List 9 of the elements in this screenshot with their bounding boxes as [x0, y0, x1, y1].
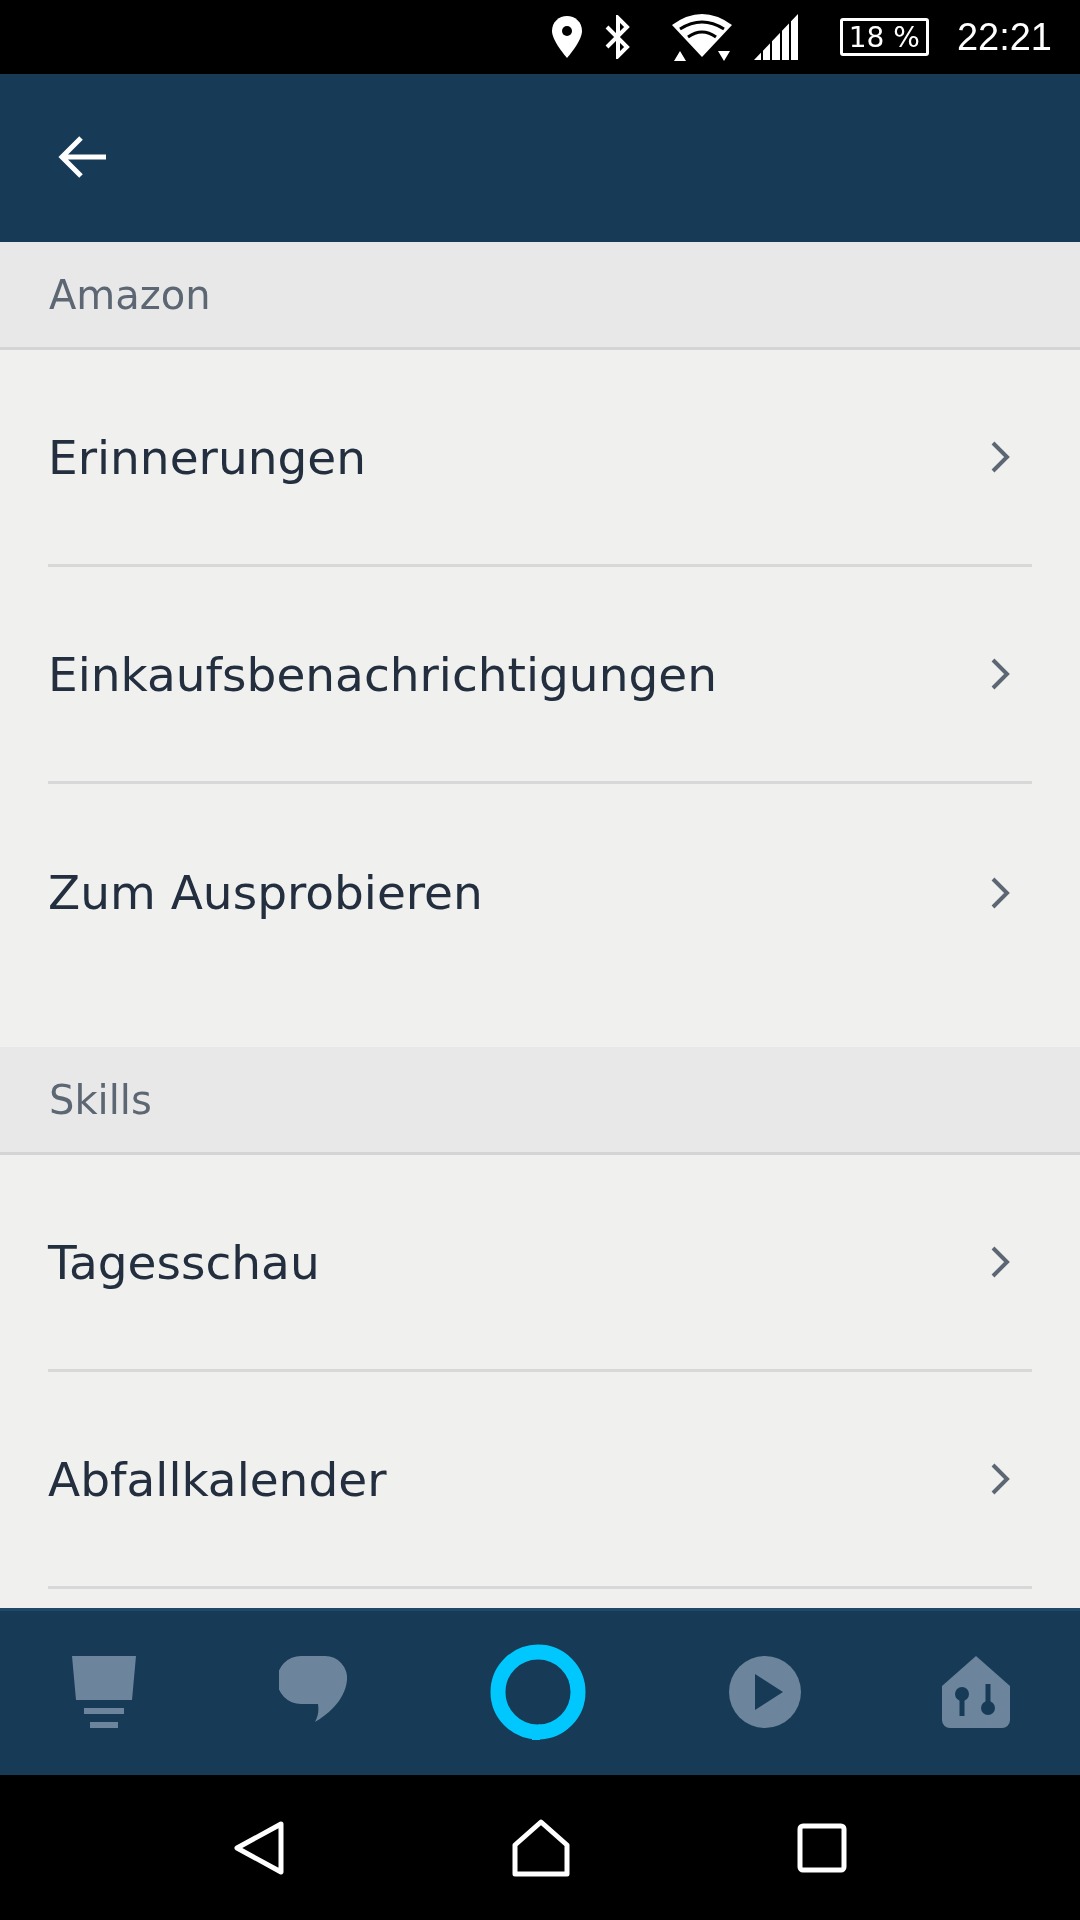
- section-header: Skills: [49, 1076, 152, 1123]
- battery-indicator: 18 %: [839, 18, 929, 56]
- menu-item[interactable]: Zum Ausprobieren: [48, 784, 1032, 1001]
- menu-item[interactable]: Einkaufsbenachrichtigungen: [48, 567, 1032, 784]
- section-header: Amazon: [49, 271, 211, 318]
- menu-item[interactable]: Abfallkalender: [48, 1372, 1032, 1589]
- menu-item[interactable]: Tagesschau: [48, 1155, 1032, 1372]
- menu-item[interactable]: Erinnerungen: [48, 350, 1032, 567]
- clock-time: 22:21: [956, 15, 1052, 59]
